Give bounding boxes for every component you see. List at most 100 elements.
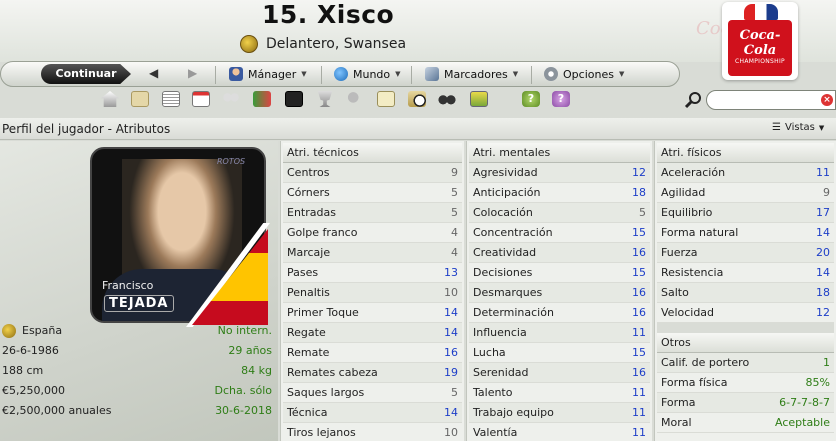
clipboard-icon[interactable]: [377, 91, 395, 107]
attribute-row[interactable]: Fuerza 20: [657, 243, 834, 263]
binoculars-icon[interactable]: [438, 91, 456, 107]
attribute-value: 18: [816, 286, 830, 299]
attribute-name: Remates cabeza: [287, 366, 378, 379]
attribute-row[interactable]: Marcaje 4: [283, 243, 462, 263]
forward-arrow-icon[interactable]: ▶: [188, 66, 197, 80]
attribute-value: 14: [444, 306, 458, 319]
bookmark-icon: [425, 67, 439, 81]
transfer-icon[interactable]: [253, 91, 271, 107]
attribute-row[interactable]: Penaltis 10: [283, 283, 462, 303]
section-header: Perfil del jugador - Atributos ☰ Vistas …: [0, 118, 836, 140]
attribute-name: Marcaje: [287, 246, 331, 259]
continue-button[interactable]: Continuar: [41, 64, 131, 84]
attribute-row[interactable]: Remates cabeza 19: [283, 363, 462, 383]
caret-icon: ▼: [818, 123, 825, 132]
attribute-value: 14: [444, 326, 458, 339]
attribute-row[interactable]: Calif. de portero 1: [657, 353, 834, 373]
attribute-row[interactable]: Remate 16: [283, 343, 462, 363]
attribute-row[interactable]: Centros 9: [283, 163, 462, 183]
attribute-value: 10: [444, 286, 458, 299]
attribute-row[interactable]: Agilidad 9: [657, 183, 834, 203]
search-input[interactable]: ×: [706, 90, 836, 110]
mental-attributes: Atri. mentales Agresividad 12 Anticipación…: [466, 141, 652, 441]
attribute-row[interactable]: Serenidad 16: [469, 363, 650, 383]
attribute-row[interactable]: Pases 13: [283, 263, 462, 283]
attribute-row[interactable]: Entradas 5: [283, 203, 462, 223]
attribute-value: 20: [816, 246, 830, 259]
ticket-icon[interactable]: [131, 91, 149, 107]
column-header: Otros: [657, 333, 834, 353]
info-row-birth: 26-6-1986 29 años: [2, 341, 274, 361]
attribute-row[interactable]: Concentración 15: [469, 223, 650, 243]
squad-icon[interactable]: [222, 91, 240, 107]
attribute-row[interactable]: Forma natural 14: [657, 223, 834, 243]
country-badge-icon: [2, 324, 16, 338]
attribute-row[interactable]: Agresividad 12: [469, 163, 650, 183]
attribute-row[interactable]: Primer Toque 14: [283, 303, 462, 323]
attribute-row[interactable]: Trabajo equipo 11: [469, 403, 650, 423]
position-club: Delantero, Swansea: [266, 36, 407, 52]
menu-bookmarks[interactable]: Marcadores ▼: [425, 67, 518, 81]
attribute-value: 14: [816, 266, 830, 279]
attribute-row[interactable]: Determinación 16: [469, 303, 650, 323]
search-icon[interactable]: [684, 90, 704, 110]
trophy-icon[interactable]: [317, 91, 333, 107]
help-icon[interactable]: ?: [522, 91, 540, 107]
attribute-value: 5: [451, 206, 458, 219]
attribute-name: Determinación: [473, 306, 554, 319]
attribute-row[interactable]: Decisiones 15: [469, 263, 650, 283]
tactics-board-icon[interactable]: [285, 91, 303, 107]
separator: [321, 66, 322, 84]
back-arrow-icon[interactable]: ◀: [149, 66, 158, 80]
attribute-name: Forma física: [661, 376, 728, 389]
attribute-name: Entradas: [287, 206, 336, 219]
attribute-row[interactable]: Técnica 14: [283, 403, 462, 423]
finances-icon[interactable]: [470, 91, 488, 107]
attribute-row[interactable]: Regate 14: [283, 323, 462, 343]
player-profile-panel: ROTOS Francisco TEJADA España No intern.…: [0, 141, 278, 441]
attribute-row[interactable]: Salto 18: [657, 283, 834, 303]
attribute-row[interactable]: Creatividad 16: [469, 243, 650, 263]
attribute-name: Aceleración: [661, 166, 726, 179]
attribute-name: Fuerza: [661, 246, 698, 259]
menu-world[interactable]: Mundo ▼: [334, 67, 401, 81]
attribute-row[interactable]: Forma 6-7-7-8-7: [657, 393, 834, 413]
attribute-row[interactable]: Colocación 5: [469, 203, 650, 223]
attribute-row[interactable]: Equilibrio 17: [657, 203, 834, 223]
attribute-row[interactable]: Resistencia 14: [657, 263, 834, 283]
menu-manager[interactable]: Mánager ▼: [229, 67, 307, 81]
home-icon[interactable]: [101, 91, 119, 107]
separator: [531, 66, 532, 84]
attribute-row[interactable]: Moral Aceptable: [657, 413, 834, 433]
clear-search-icon[interactable]: ×: [821, 94, 833, 106]
attribute-row[interactable]: Saques largos 5: [283, 383, 462, 403]
attribute-row[interactable]: Anticipación 18: [469, 183, 650, 203]
calendar-icon[interactable]: [192, 91, 210, 107]
gear-icon: [544, 67, 558, 81]
attribute-row[interactable]: Lucha 15: [469, 343, 650, 363]
document-icon[interactable]: [162, 91, 180, 107]
views-button[interactable]: ☰ Vistas ▼: [772, 122, 824, 133]
attribute-name: Anticipación: [473, 186, 541, 199]
attribute-row[interactable]: Córners 5: [283, 183, 462, 203]
caret-icon: ▼: [512, 70, 519, 78]
attribute-row[interactable]: Influencia 11: [469, 323, 650, 343]
match-icon[interactable]: [408, 91, 426, 107]
crown-icon: [744, 4, 778, 20]
attribute-row[interactable]: Desmarques 16: [469, 283, 650, 303]
menu-options[interactable]: Opciones ▼: [544, 67, 624, 81]
question-icon[interactable]: ?: [552, 91, 570, 107]
league-logo[interactable]: Coca-Cola CHAMPIONSHIP: [722, 2, 798, 80]
attribute-row[interactable]: Forma física 85%: [657, 373, 834, 393]
attribute-row[interactable]: Golpe franco 4: [283, 223, 462, 243]
attribute-row[interactable]: Talento 11: [469, 383, 650, 403]
attribute-value: 16: [632, 246, 646, 259]
attribute-row[interactable]: Tiros lejanos 10: [283, 423, 462, 441]
attribute-name: Calif. de portero: [661, 356, 750, 369]
scout-icon[interactable]: [346, 91, 364, 107]
attribute-row[interactable]: Velocidad 12: [657, 303, 834, 323]
attribute-value: 9: [451, 166, 458, 179]
attribute-row[interactable]: Valentía 11: [469, 423, 650, 441]
attribute-row[interactable]: Aceleración 11: [657, 163, 834, 183]
caret-icon: ▼: [301, 70, 307, 78]
